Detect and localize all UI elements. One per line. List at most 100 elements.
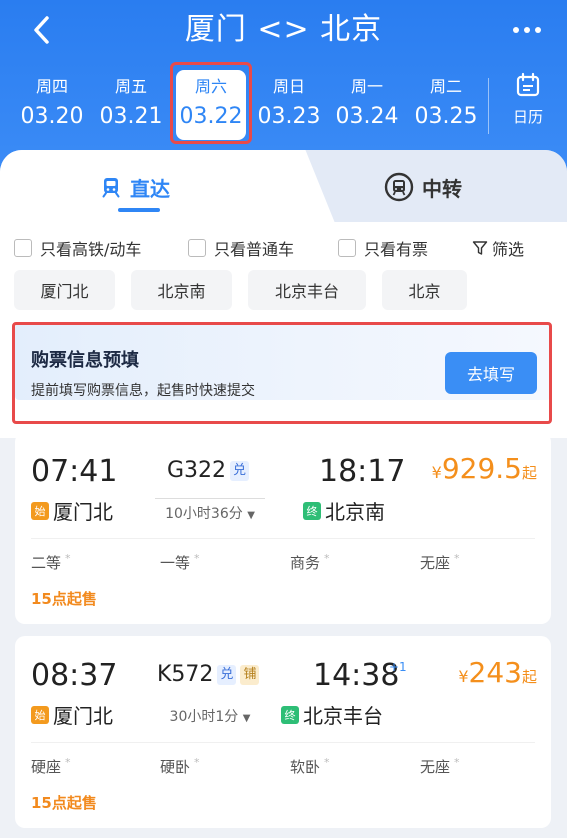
tab-transfer-label: 中转	[422, 176, 462, 201]
seat-type: 一等 *	[160, 552, 200, 573]
tab-active-indicator	[118, 208, 160, 212]
duration: 10小时36分 ▼	[155, 498, 265, 523]
price-symbol: ¥	[431, 463, 442, 482]
date-item[interactable]: 周二 03.25	[411, 68, 481, 144]
transfer-train-icon	[384, 172, 414, 202]
tab-transfer[interactable]: 中转	[384, 172, 462, 202]
train-number-text: K572	[157, 662, 214, 687]
asterisk: *	[324, 756, 330, 769]
filter-available[interactable]: 只看有票	[338, 236, 428, 260]
seat-label: 二等	[31, 554, 62, 572]
train-number: K572 兑 铺	[157, 662, 260, 687]
page-title: 厦门 <> 北京	[184, 12, 383, 47]
date-item[interactable]: 周一 03.24	[332, 68, 402, 144]
checkbox[interactable]	[188, 239, 206, 257]
date-item[interactable]: 周日 03.23	[254, 68, 324, 144]
tab-bar: 直达 中转	[0, 150, 567, 222]
tab-direct[interactable]: 直达	[100, 172, 170, 202]
date-item[interactable]: 周四 03.20	[17, 68, 87, 144]
calendar-icon	[516, 72, 540, 97]
date-dow: 周一	[350, 77, 383, 96]
seat-label: 硬卧	[160, 758, 191, 776]
seat-type: 硬卧 *	[160, 756, 200, 777]
selected-date-highlight	[170, 62, 252, 144]
checkbox[interactable]	[338, 239, 356, 257]
onsale-time: 15点起售	[31, 794, 97, 812]
seat-label: 无座	[420, 758, 451, 776]
chevron-down-icon: ▼	[242, 713, 251, 724]
seat-type: 硬座 *	[31, 756, 71, 777]
station-chip[interactable]: 北京丰台	[248, 270, 366, 310]
to-station-name: 北京南	[325, 500, 385, 524]
divider	[488, 78, 489, 134]
filter-normal[interactable]: 只看普通车	[188, 236, 294, 260]
seat-label: 无座	[420, 554, 451, 572]
arrival-time: 14:38	[313, 658, 400, 693]
more-button[interactable]	[507, 10, 547, 50]
arrival-time: 18:17	[319, 454, 406, 489]
filter-label: 只看有票	[364, 240, 429, 259]
onsale-time: 15点起售	[31, 590, 97, 608]
station-chip[interactable]: 北京	[382, 270, 467, 310]
calendar-button[interactable]: 日历	[498, 72, 558, 142]
asterisk: *	[454, 552, 460, 565]
next-day-indicator: +1	[389, 660, 407, 674]
date-item[interactable]: 周五 03.21	[96, 68, 166, 144]
end-tag: 终	[281, 705, 299, 724]
seat-type: 二等 *	[31, 552, 71, 573]
filter-high-speed[interactable]: 只看高铁/动车	[14, 236, 141, 260]
seat-type: 无座 *	[420, 552, 460, 573]
date-md: 03.24	[335, 104, 399, 129]
date-dow: 周二	[429, 77, 462, 96]
duration-text: 10小时36分	[165, 506, 243, 522]
asterisk: *	[194, 552, 200, 565]
divider	[31, 538, 535, 539]
filter-label: 只看普通车	[214, 240, 295, 259]
date-md: 03.21	[99, 104, 163, 129]
checkbox[interactable]	[14, 239, 32, 257]
from-station-name: 厦门北	[53, 500, 113, 524]
sleeper-badge: 铺	[240, 664, 260, 685]
date-dow: 周四	[35, 77, 68, 96]
departure-time: 08:37	[31, 658, 118, 693]
date-dow: 周五	[114, 77, 147, 96]
date-dow: 周日	[272, 77, 305, 96]
station-chip[interactable]: 厦门北	[14, 270, 115, 310]
divider	[31, 742, 535, 743]
price-amount: 243	[468, 656, 522, 689]
to-station: 终 北京南	[303, 496, 385, 525]
filter-button[interactable]: 筛选	[472, 236, 524, 260]
from-station: 始 厦门北	[31, 496, 113, 525]
train-icon	[102, 178, 120, 198]
asterisk: *	[65, 756, 71, 769]
seat-label: 商务	[290, 554, 321, 572]
filter-button-label: 筛选	[492, 240, 525, 259]
end-tag: 终	[303, 501, 321, 520]
to-station: 终 北京丰台	[281, 700, 383, 729]
station-chip[interactable]: 北京南	[131, 270, 232, 310]
price-suffix: 起	[521, 464, 537, 482]
calendar-label: 日历	[512, 108, 543, 126]
train-card[interactable]: 08:37 K572 兑 铺 14:38 +1 ¥ 243 起 始 厦门北 30…	[15, 636, 551, 828]
train-card[interactable]: 07:41 G322 兑 18:17 ¥ 929.5 起 始 厦门北 10小时3…	[15, 432, 551, 624]
from-station-name: 厦门北	[53, 704, 113, 728]
price-suffix: 起	[521, 668, 537, 686]
asterisk: *	[65, 552, 71, 565]
asterisk: *	[324, 552, 330, 565]
duration-text: 30小时1分	[169, 709, 239, 725]
prefill-highlight	[12, 322, 552, 424]
seat-type: 商务 *	[290, 552, 330, 573]
price-symbol: ¥	[458, 667, 469, 686]
start-tag: 始	[31, 705, 49, 724]
filter-label: 只看高铁/动车	[40, 240, 142, 259]
train-number-text: G322	[167, 458, 227, 483]
from-station: 始 厦门北	[31, 700, 113, 729]
start-tag: 始	[31, 501, 49, 520]
seat-label: 一等	[160, 554, 191, 572]
to-station-name: 北京丰台	[303, 704, 383, 728]
main-panel: 直达 中转 只看高铁/动车 只看普通车 只看有票 筛选 厦门北 北京南 北京丰台…	[0, 150, 567, 838]
more-dots-icon	[513, 27, 541, 33]
tab-direct-label: 直达	[130, 176, 170, 201]
seat-label: 硬座	[31, 758, 62, 776]
seat-type: 无座 *	[420, 756, 460, 777]
